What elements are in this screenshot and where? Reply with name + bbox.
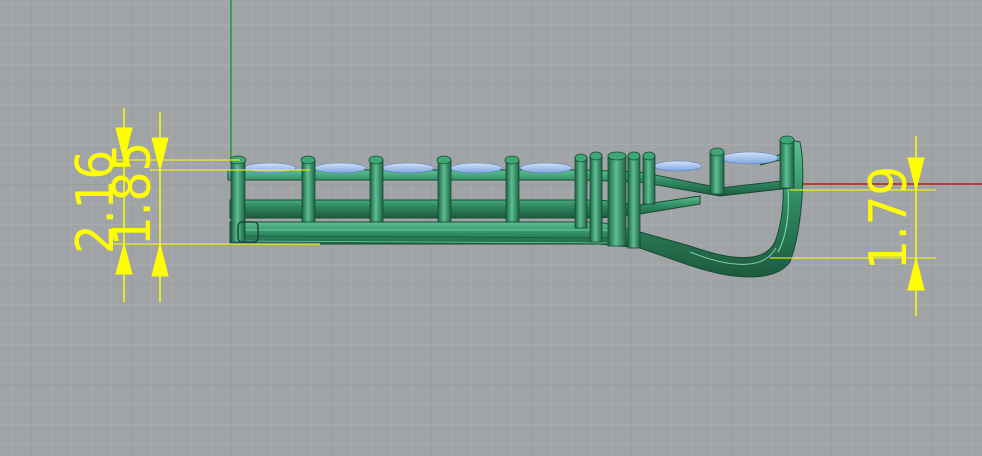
dim-label-1-85: 1.85 bbox=[103, 142, 163, 246]
viewport-canvas[interactable]: 2.16 1.85 1.79 bbox=[0, 0, 982, 456]
rhino-viewport[interactable]: 2.16 1.85 1.79 bbox=[0, 0, 982, 456]
dim-label-1-79: 1.79 bbox=[859, 166, 919, 270]
